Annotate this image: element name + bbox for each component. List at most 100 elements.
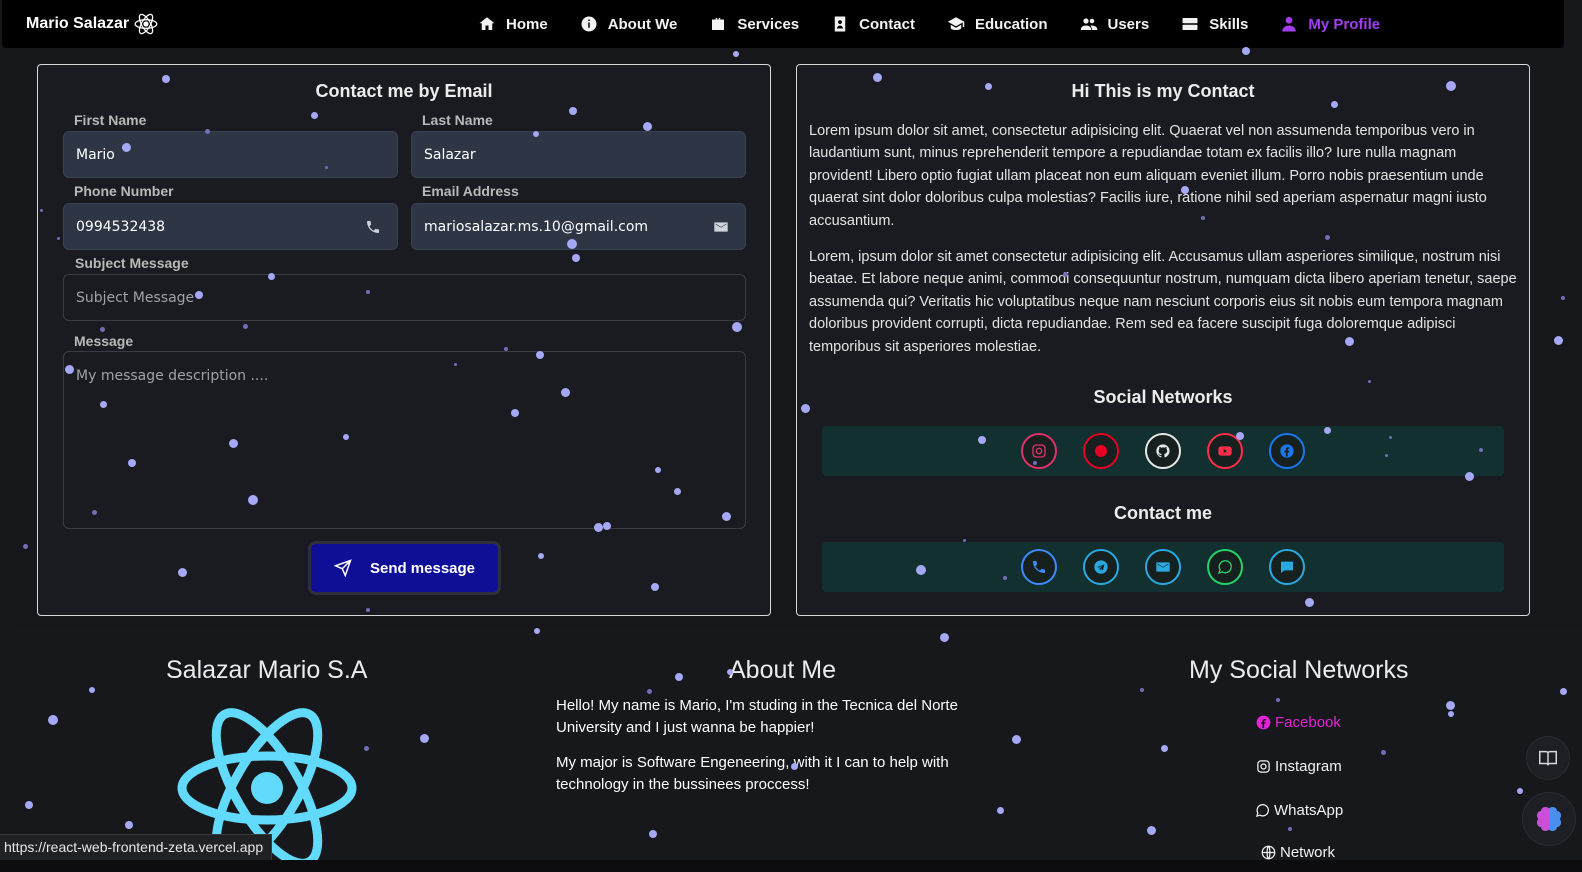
particle-dot <box>1242 47 1250 55</box>
first-name-value: Mario <box>76 146 115 163</box>
contact-form-card: Contact me by Email First Name Mario Las… <box>37 64 771 616</box>
email-label: Email Address <box>422 183 519 199</box>
whatsapp-icon <box>1255 804 1269 818</box>
contact-form-title: Contact me by Email <box>315 81 493 101</box>
envelope-icon <box>714 221 728 232</box>
pinterest-icon <box>1095 445 1107 457</box>
nav-item-label: Home <box>506 15 548 33</box>
footer-link-label: Instagram <box>1275 758 1342 775</box>
reader-button[interactable] <box>1526 736 1570 780</box>
footer-link-label: Facebook <box>1275 714 1341 731</box>
info-icon <box>581 16 597 32</box>
nav-item-skills[interactable]: Skills <box>1181 15 1248 33</box>
phone-label: Phone Number <box>74 183 174 199</box>
email-button[interactable] <box>1145 549 1181 585</box>
react-atom-icon <box>134 13 158 35</box>
youtube-icon <box>1218 446 1232 456</box>
phone-field[interactable]: 0994532438 <box>63 203 398 250</box>
nav-item-label: My Profile <box>1308 15 1381 33</box>
footer-about-title: About Me <box>729 656 837 684</box>
send-message-button[interactable]: Send message <box>308 541 501 595</box>
first-name-field[interactable]: Mario <box>63 131 398 178</box>
paper-plane-icon <box>333 559 352 577</box>
instagram-icon <box>1257 760 1270 773</box>
nav-item-label: Education <box>974 15 1048 33</box>
github-button[interactable] <box>1145 433 1181 469</box>
youtube-button[interactable] <box>1207 433 1243 469</box>
subject-field[interactable]: Subject Message <box>63 274 746 321</box>
nav-item-home[interactable]: Home <box>478 15 548 33</box>
globe-icon <box>1261 845 1276 860</box>
email-value: mariosalazar.ms.10@gmail.com <box>424 218 649 235</box>
footer-company-name: Salazar Mario S.A <box>166 656 368 684</box>
footer-link-whatsapp[interactable]: WhatsApp <box>1255 802 1343 819</box>
footer-about-p2: My major is Software Engeneering, with i… <box>556 754 949 794</box>
nav-item-contact[interactable]: Contact <box>831 15 915 33</box>
whatsapp-button[interactable] <box>1207 549 1243 585</box>
contact-icons-bar <box>822 542 1504 592</box>
nav-item-education[interactable]: Education <box>947 15 1048 33</box>
email-field[interactable]: mariosalazar.ms.10@gmail.com <box>411 203 746 250</box>
phone-icon <box>367 220 379 233</box>
nav-item-services[interactable]: Services <box>709 15 799 33</box>
facebook-icon <box>1280 444 1294 458</box>
subject-placeholder: Subject Message <box>76 289 195 306</box>
telegram-button[interactable] <box>1083 549 1119 585</box>
nav-item-label: Services <box>737 15 800 33</box>
navbar: Mario Salazar Home About We Services Con… <box>2 0 1564 48</box>
last-name-field[interactable]: Salazar <box>411 131 746 178</box>
home-icon <box>479 17 495 30</box>
phone-icon <box>1033 561 1045 573</box>
particle-dot <box>1561 296 1565 300</box>
whatsapp-icon <box>1218 560 1232 574</box>
footer-link-facebook[interactable]: Facebook <box>1256 714 1341 731</box>
social-networks-title: Social Networks <box>1093 387 1233 407</box>
message-placeholder: My message description .... <box>76 368 269 384</box>
particle-dot <box>22 543 28 549</box>
telegram-icon <box>1094 560 1108 574</box>
facebook-button[interactable] <box>1269 433 1305 469</box>
instagram-icon <box>1032 444 1046 458</box>
brand[interactable]: Mario Salazar <box>26 11 159 37</box>
chat-button[interactable] <box>1269 549 1305 585</box>
phone-button[interactable] <box>1021 549 1057 585</box>
briefcase-icon <box>712 18 725 30</box>
users-icon <box>1080 18 1097 30</box>
nav-item-label: Users <box>1107 15 1150 33</box>
footer-link-instagram[interactable]: Instagram <box>1256 758 1342 775</box>
user-icon <box>1282 16 1297 32</box>
reader-icon <box>1539 750 1557 766</box>
send-message-label: Send message <box>369 559 476 577</box>
contact-paragraph-2: Lorem, ipsum dolor sit amet consectetur … <box>809 249 1517 355</box>
status-bar-url: https://react-web-frontend-zeta.vercel.a… <box>0 834 273 860</box>
nav-item-about[interactable]: About We <box>580 15 677 33</box>
contact-info-card: Hi This is my Contact Lorem ipsum dolor … <box>796 64 1530 616</box>
facebook-icon <box>1256 715 1271 730</box>
brain-icon <box>1536 806 1562 832</box>
github-icon <box>1156 444 1170 458</box>
first-name-label: First Name <box>74 112 147 128</box>
contact-paragraph-1: Lorem ipsum dolor sit amet, consectetur … <box>809 123 1487 229</box>
footer-link-label: WhatsApp <box>1274 802 1344 819</box>
nav-item-my-profile[interactable]: My Profile <box>1280 15 1380 33</box>
message-textarea[interactable]: My message description .... <box>63 351 746 529</box>
phone-value: 0994532438 <box>76 218 166 235</box>
last-name-value: Salazar <box>424 146 476 163</box>
nav-item-users[interactable]: Users <box>1080 15 1150 33</box>
footer-link-label: Network <box>1280 844 1336 861</box>
subject-label: Subject Message <box>75 255 189 271</box>
instagram-button[interactable] <box>1021 433 1057 469</box>
graduation-cap-icon <box>947 17 965 30</box>
bottom-edge <box>0 860 1582 872</box>
email-icon <box>1156 562 1170 572</box>
footer-about-p1: Hello! My name is Mario, I'm studing in … <box>556 697 958 737</box>
brain-button[interactable] <box>1522 792 1576 846</box>
last-name-label: Last Name <box>422 112 493 128</box>
social-icons-bar <box>822 426 1504 476</box>
nav-links: Home About We Services Contact Education… <box>478 0 1412 48</box>
contact-book-icon <box>834 16 846 32</box>
nav-item-label: Contact <box>859 15 915 33</box>
pinterest-button[interactable] <box>1083 433 1119 469</box>
footer-link-network[interactable]: Network <box>1261 844 1335 861</box>
contact-me-title: Contact me <box>1113 503 1212 523</box>
